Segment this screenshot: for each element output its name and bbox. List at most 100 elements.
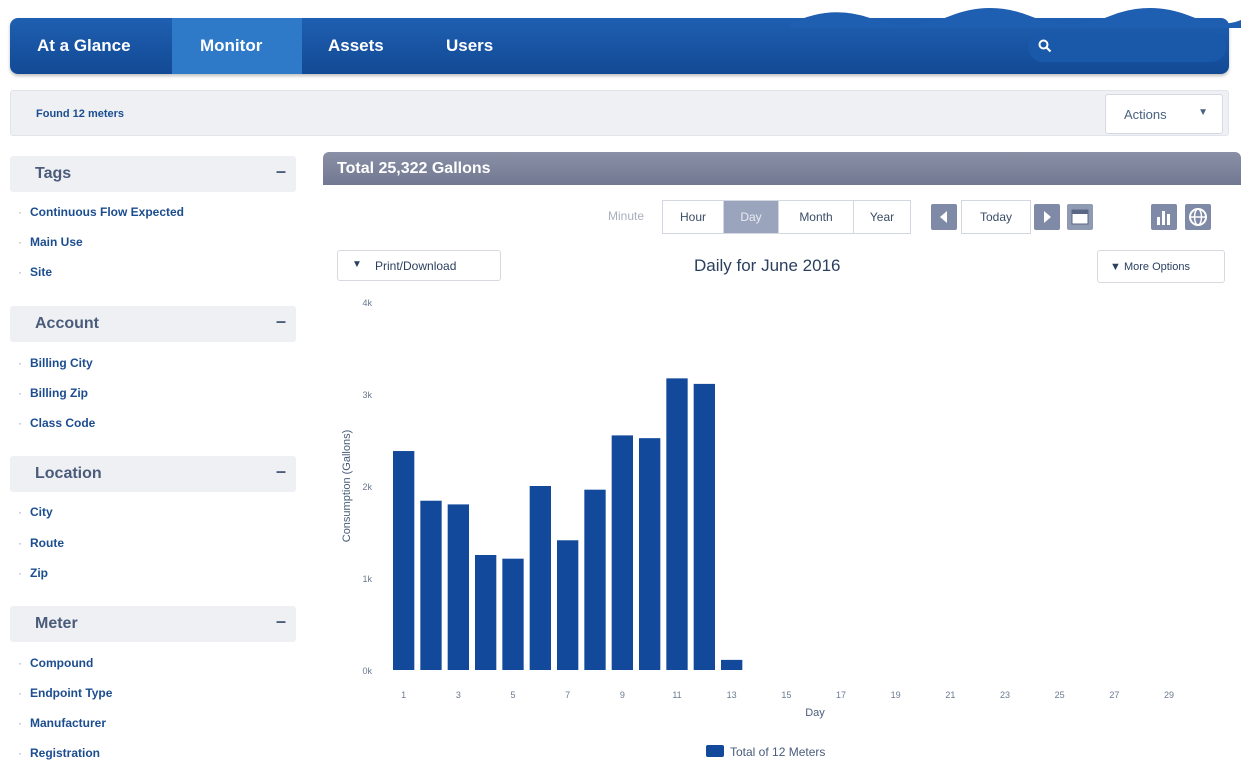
sidebar-section-account[interactable]: Account – (10, 306, 296, 342)
sidebar-section-meter[interactable]: Meter – (10, 606, 296, 642)
chevron-right-icon (1044, 211, 1051, 223)
chart-bar (447, 504, 469, 670)
x-tick-label: 25 (1055, 690, 1065, 700)
sidebar-item-manufacturer[interactable]: · Manufacturer (18, 716, 106, 730)
chart-bar (693, 383, 715, 670)
wave-decoration (790, 8, 1241, 28)
total-gallons-title: Total 25,322 Gallons (337, 160, 491, 177)
map-view-button[interactable] (1185, 204, 1211, 230)
period-day[interactable]: Day (723, 200, 779, 234)
x-tick-label: 19 (891, 690, 901, 700)
chart-bar (666, 378, 688, 670)
chart-bar (475, 555, 497, 670)
sidebar-item-zip[interactable]: · Zip (18, 566, 48, 580)
actions-button[interactable]: Actions ▼ (1105, 94, 1223, 134)
more-options-label: More Options (1123, 261, 1190, 273)
sidebar-item-billing-zip[interactable]: · Billing Zip (18, 386, 88, 400)
previous-period-button[interactable] (931, 204, 957, 230)
period-minute: Minute (607, 209, 645, 223)
y-tick-label: 3k (362, 390, 372, 400)
top-navigation: At a Glance Monitor Assets Users (10, 8, 1241, 74)
x-tick-label: 23 (1000, 690, 1010, 700)
chart-bar (502, 558, 524, 670)
x-tick-label: 13 (727, 690, 737, 700)
sidebar-item-main-use[interactable]: · Main Use (18, 235, 83, 249)
found-meters-text: Found 12 meters (36, 108, 125, 120)
sidebar-item-registration[interactable]: · Registration (18, 746, 100, 760)
search-input[interactable] (1028, 32, 1226, 62)
nav-tab-at-a-glance[interactable]: At a Glance (10, 18, 170, 74)
x-tick-label: 9 (620, 690, 625, 700)
print-download-label: Print/Download (375, 259, 457, 273)
today-button[interactable]: Today (961, 200, 1031, 234)
chart-bar (420, 500, 442, 670)
chart-bar (393, 451, 415, 670)
sidebar-item-city[interactable]: · City (18, 505, 53, 519)
consumption-bar-chart: 0k1k2k3k4kConsumption (Gallons)1 3 5 7 9 11 13… (341, 298, 1174, 719)
chevron-down-icon: ▼ (1198, 107, 1208, 118)
chart-bar (584, 489, 606, 670)
chart-legend[interactable]: Total of 12 Meters (706, 745, 825, 759)
section-title: Account (35, 315, 99, 332)
calendar-icon (1071, 209, 1089, 225)
more-options-button[interactable]: ▼ More Options (1097, 250, 1225, 283)
x-axis-label: Day (805, 707, 825, 719)
nav-tab-users[interactable]: Users (446, 18, 526, 74)
chevron-left-icon (940, 211, 947, 223)
status-bar: Found 12 meters Actions ▼ (10, 90, 1229, 136)
y-tick-label: 0k (362, 666, 372, 676)
sidebar-item-class-code[interactable]: · Class Code (18, 416, 95, 430)
chart-bar (611, 435, 633, 670)
y-axis-label: Consumption (Gallons) (341, 430, 353, 543)
sidebar-item-billing-city[interactable]: · Billing City (18, 356, 93, 370)
x-tick-label: 1 (401, 690, 406, 700)
collapse-icon[interactable]: – (276, 461, 286, 482)
collapse-icon[interactable]: – (276, 161, 286, 182)
globe-icon (1189, 208, 1207, 226)
section-title: Tags (35, 165, 72, 182)
y-tick-label: 2k (362, 482, 372, 492)
bar-chart-view-button[interactable] (1151, 204, 1177, 230)
sidebar-item-compound[interactable]: · Compound (18, 656, 93, 670)
next-period-button[interactable] (1034, 204, 1060, 230)
sidebar-item-continuous-flow-expected[interactable]: · Continuous Flow Expected (18, 205, 184, 219)
nav-tab-assets[interactable]: Assets (328, 18, 418, 74)
collapse-icon[interactable]: – (276, 311, 286, 332)
chart-bar (639, 438, 661, 670)
sidebar-item-endpoint-type[interactable]: · Endpoint Type (18, 686, 112, 700)
x-tick-label: 21 (945, 690, 955, 700)
sidebar-section-location[interactable]: Location – (10, 456, 296, 492)
x-tick-label: 5 (510, 690, 515, 700)
x-tick-label: 15 (781, 690, 791, 700)
y-tick-label: 4k (362, 298, 372, 308)
period-year[interactable]: Year (853, 200, 911, 234)
section-title: Location (35, 465, 102, 482)
sidebar-item-site[interactable]: · Site (18, 265, 52, 279)
x-tick-label: 29 (1164, 690, 1174, 700)
y-tick-label: 1k (362, 574, 372, 584)
x-tick-label: 27 (1109, 690, 1119, 700)
x-tick-label: 17 (836, 690, 846, 700)
chevron-down-icon: ▼ (352, 259, 362, 270)
sidebar-section-tags[interactable]: Tags – (10, 156, 296, 192)
legend-swatch (706, 745, 724, 757)
chart-bar (557, 540, 579, 670)
bar-chart-icon (1157, 211, 1170, 225)
search-icon (1038, 39, 1052, 53)
nav-tab-monitor[interactable]: Monitor (172, 18, 302, 74)
actions-label: Actions (1124, 107, 1167, 122)
section-title: Meter (35, 615, 78, 632)
legend-label: Total of 12 Meters (730, 745, 826, 759)
chart-subtitle: Daily for June 2016 (694, 256, 841, 275)
collapse-icon[interactable]: – (276, 611, 286, 632)
chart-bar (721, 659, 743, 670)
chevron-down-icon: ▼ (1110, 261, 1121, 273)
calendar-button[interactable] (1067, 204, 1093, 230)
x-tick-label: 3 (456, 690, 461, 700)
sidebar-item-route[interactable]: · Route (18, 536, 64, 550)
period-month[interactable]: Month (778, 200, 854, 234)
x-tick-label: 7 (565, 690, 570, 700)
print-download-button[interactable]: ▼ Print/Download (337, 250, 501, 281)
x-tick-label: 11 (672, 690, 681, 700)
period-hour[interactable]: Hour (662, 200, 724, 234)
